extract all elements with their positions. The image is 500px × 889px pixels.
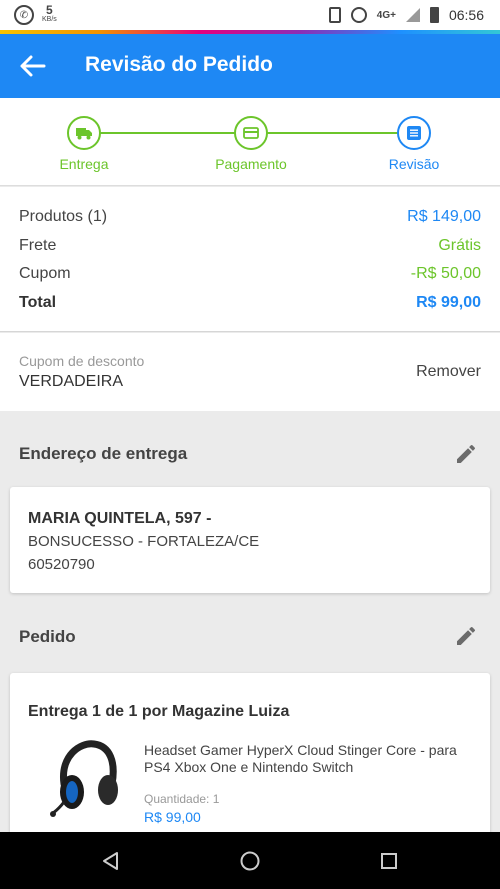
- summary-shipping-row: Frete Grátis: [19, 234, 481, 258]
- data-speed-value: 5: [46, 3, 53, 17]
- data-speed-indicator: 5 KB/s: [42, 3, 57, 24]
- battery-icon: [429, 7, 439, 23]
- back-button[interactable]: [18, 52, 48, 80]
- clock: 06:56: [448, 7, 484, 23]
- headset-icon: [50, 740, 118, 817]
- address-section-title: Endereço de entrega: [19, 444, 188, 463]
- address-line: BONSUCESSO - FORTALEZA/CE: [28, 533, 260, 550]
- coupon-discount-value: -R$ 50,00: [410, 265, 481, 282]
- step-label: Pagamento: [215, 156, 287, 172]
- coupon-section: Cupom de desconto VERDADEIRA Remover: [0, 333, 500, 411]
- app-bar: Revisão do Pedido: [0, 34, 500, 98]
- triangle-back-icon: [103, 852, 118, 870]
- step-pagamento: Pagamento: [191, 116, 311, 172]
- delivery-title: Entrega 1 de 1 por Magazine Luiza: [28, 703, 290, 720]
- remove-coupon-button[interactable]: Remover: [416, 363, 481, 381]
- order-summary: Produtos (1) R$ 149,00 Frete Grátis Cupo…: [0, 187, 500, 332]
- screen: ✆ 5 KB/s 4G+ 06:56 Revisão do Pedido Ent…: [0, 0, 500, 889]
- total-label: Total: [19, 294, 57, 311]
- product-quantity: Quantidade: 1: [144, 792, 219, 806]
- summary-products-row: Produtos (1) R$ 149,00: [19, 205, 481, 229]
- alarm-icon: [350, 7, 367, 23]
- circle-home-icon: [240, 851, 260, 871]
- arrow-left-icon: [20, 55, 46, 77]
- pencil-icon: [457, 626, 476, 645]
- network-type: 4G+: [376, 9, 396, 21]
- square-recents-icon: [381, 853, 397, 869]
- shipping-value: Grátis: [438, 237, 481, 254]
- product-price: R$ 99,00: [144, 809, 201, 825]
- shipping-label: Frete: [19, 237, 57, 254]
- edit-address-button[interactable]: [454, 442, 478, 466]
- truck-icon: [67, 116, 101, 150]
- nav-recents-button[interactable]: [378, 850, 400, 872]
- coupon-field-label: Cupom de desconto: [19, 353, 145, 369]
- vibrate-icon: [328, 7, 341, 23]
- page-title: Revisão do Pedido: [85, 53, 273, 76]
- edit-order-button[interactable]: [454, 624, 478, 648]
- coupon-label: Cupom: [19, 265, 71, 282]
- products-value: R$ 149,00: [407, 208, 481, 225]
- step-label: Entrega: [59, 156, 109, 172]
- nav-home-button[interactable]: [239, 850, 261, 872]
- step-revisao: Revisão: [354, 116, 474, 172]
- nav-back-button[interactable]: [100, 850, 122, 872]
- product-name[interactable]: Headset Gamer HyperX Cloud Stinger Core …: [144, 742, 484, 776]
- order-section-title: Pedido: [19, 627, 76, 646]
- whatsapp-icon: ✆: [14, 5, 34, 25]
- checkout-stepper: Entrega Pagamento Revisão: [0, 98, 500, 186]
- pencil-icon: [457, 444, 476, 463]
- card-icon: [234, 116, 268, 150]
- status-bar: ✆ 5 KB/s 4G+ 06:56: [0, 0, 500, 30]
- data-speed-unit: KB/s: [42, 16, 57, 23]
- summary-total-row: Total R$ 99,00: [19, 291, 481, 315]
- summary-coupon-row: Cupom -R$ 50,00: [19, 262, 481, 286]
- step-label: Revisão: [388, 156, 440, 172]
- step-entrega: Entrega: [24, 116, 144, 172]
- list-icon: [397, 116, 431, 150]
- product-image: [50, 738, 130, 823]
- address-card[interactable]: MARIA QUINTELA, 597 - BONSUCESSO - FORTA…: [10, 487, 490, 593]
- coupon-code: VERDADEIRA: [19, 373, 124, 390]
- quantity-label: Quantidade:: [144, 792, 210, 806]
- address-name: MARIA QUINTELA, 597 -: [28, 510, 212, 527]
- total-value: R$ 99,00: [416, 294, 481, 311]
- system-nav-bar: [0, 832, 500, 889]
- quantity-value: 1: [212, 792, 220, 806]
- signal-icon: [405, 8, 420, 22]
- products-label: Produtos (1): [19, 208, 108, 225]
- address-zip: 60520790: [28, 556, 95, 573]
